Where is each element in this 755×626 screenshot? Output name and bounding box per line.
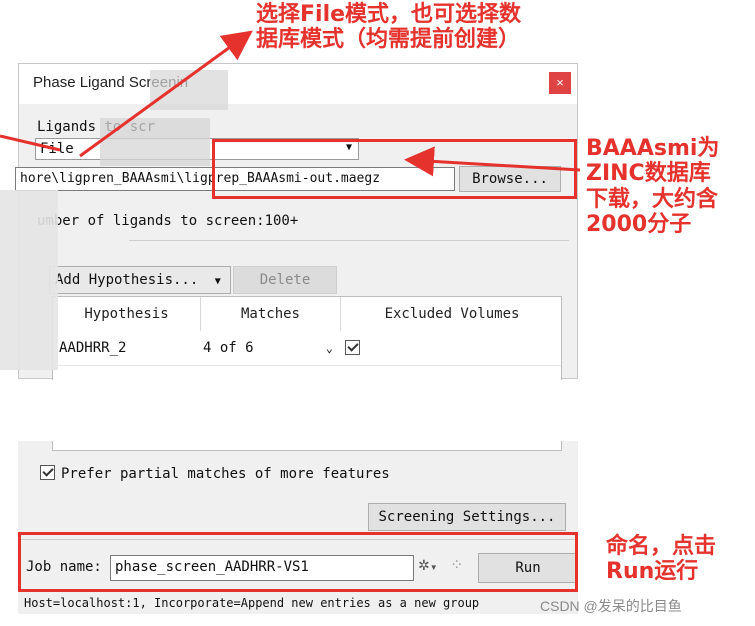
arrow-from-left [0,134,61,152]
annotation-line: 下载，大约含 [586,186,719,212]
annotation-line: ZINC数据库 [586,161,711,187]
annotation-line: 2000分子 [586,211,692,237]
arrow-to-top-annotation [79,30,253,158]
annotation-arrows [0,30,581,177]
annotation-line: 据库模式（均需提前创建） [256,27,521,53]
annotation-line: BAAAsmi为 [586,136,720,161]
annotation-right: BAAAsmi为 ZINC数据库 下载，大约含 2000分子 [586,136,719,237]
annotation-line: 选择File模式，也可选择数 [256,2,522,27]
csdn-watermark: CSDN @发呆的比目鱼 [540,598,682,614]
annotation-top: 选择File模式，也可选择数 据库模式（均需提前创建） [256,2,521,53]
arrow-to-file-path [404,146,581,177]
annotation-line: Run运行 [606,559,699,585]
annotation-bottom: 命名，点击 Run运行 [606,534,716,585]
annotation-line: 命名，点击 [606,534,717,559]
